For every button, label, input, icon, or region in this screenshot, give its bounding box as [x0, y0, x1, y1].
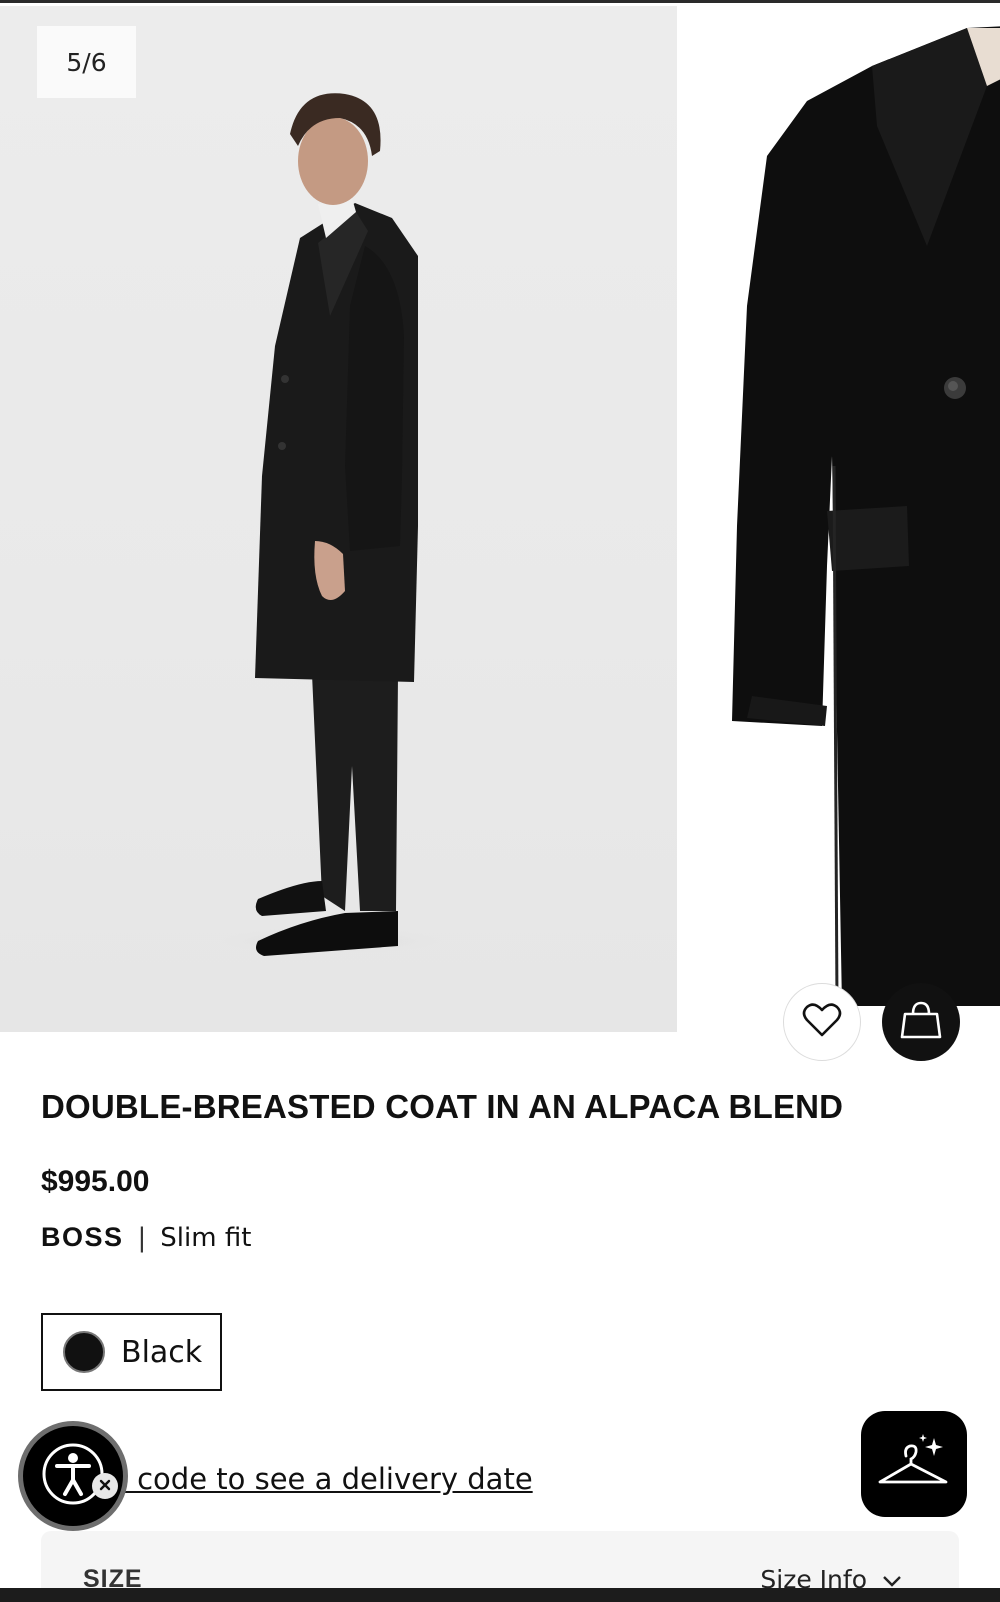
add-to-wishlist-button[interactable] — [783, 983, 861, 1061]
fit-label: Slim fit — [160, 1222, 252, 1253]
hanger-sparkle-icon — [876, 1432, 952, 1496]
brand-separator: | — [137, 1222, 147, 1253]
heart-icon — [802, 1002, 842, 1042]
bottom-edge-bar — [0, 1588, 1000, 1602]
accessibility-close-button[interactable] — [92, 1473, 118, 1499]
add-to-bag-button[interactable] — [882, 983, 960, 1061]
product-photo-coat-detail[interactable] — [677, 6, 1000, 1032]
coat-detail-illustration — [732, 26, 1000, 1007]
product-title: DOUBLE-BREASTED COAT IN AN ALPACA BLEND — [41, 1088, 844, 1125]
shopping-bag-icon — [900, 1000, 942, 1044]
image-counter: 5/6 — [37, 26, 136, 98]
product-price: $995.00 — [41, 1165, 150, 1198]
color-swatch — [63, 1331, 105, 1373]
brand-fit-row: BOSS | Slim fit — [41, 1222, 251, 1253]
close-icon — [98, 1477, 112, 1496]
brand-name: BOSS — [41, 1222, 124, 1252]
color-selector-black[interactable]: Black — [41, 1313, 222, 1391]
product-image-gallery[interactable]: 5/6 — [0, 6, 1000, 1032]
color-label: Black — [121, 1334, 203, 1370]
model-illustration — [210, 93, 450, 956]
size-selector-panel[interactable]: SIZE Size Info — [41, 1531, 959, 1591]
top-edge-bar — [0, 0, 1000, 3]
product-photo-model-side[interactable]: 5/6 — [0, 6, 677, 1032]
virtual-stylist-button[interactable] — [861, 1411, 967, 1517]
